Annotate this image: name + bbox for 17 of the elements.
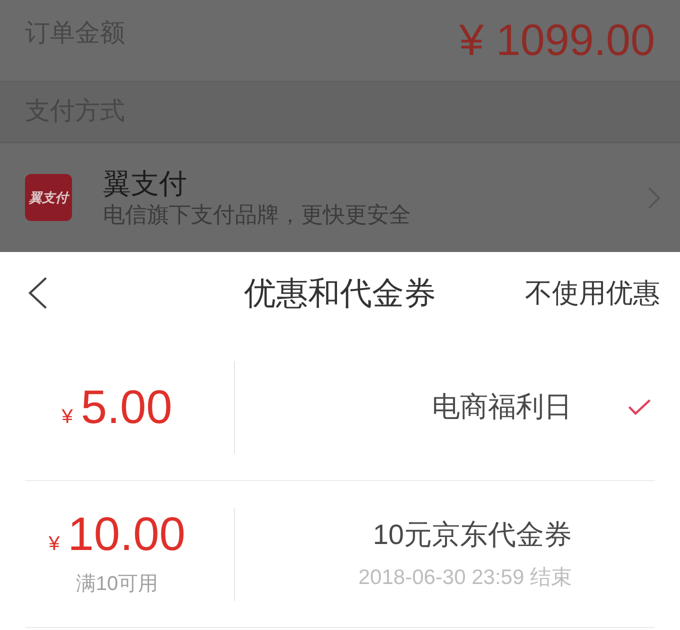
coupon-title: 电商福利日	[432, 390, 572, 424]
coupon-option[interactable]: ¥ 5.00 电商福利日	[0, 334, 680, 480]
order-amount: ¥ 1099.00	[459, 14, 655, 66]
sheet-title: 优惠和代金券	[244, 274, 436, 313]
currency-sign: ¥	[48, 532, 60, 556]
coupon-amount: 5.00	[80, 382, 172, 430]
back-button[interactable]	[28, 277, 48, 309]
coupon-title: 10元京东代金券	[372, 518, 572, 552]
payment-name: 翼支付	[103, 166, 187, 200]
chevron-left-icon	[28, 277, 48, 309]
coupon-option[interactable]: ¥ 10.00 满10可用 10元京东代金券 2018-06-30 23:59 结束	[0, 481, 680, 627]
coupon-condition: 满10可用	[76, 572, 158, 596]
coupon-amount: 10.00	[68, 510, 186, 556]
no-discount-button[interactable]: 不使用优惠	[525, 272, 660, 314]
logo-text: 翼支付	[29, 188, 68, 207]
currency-sign: ¥	[62, 404, 73, 430]
coupon-expiry: 2018-06-30 23:59 结束	[358, 565, 572, 592]
